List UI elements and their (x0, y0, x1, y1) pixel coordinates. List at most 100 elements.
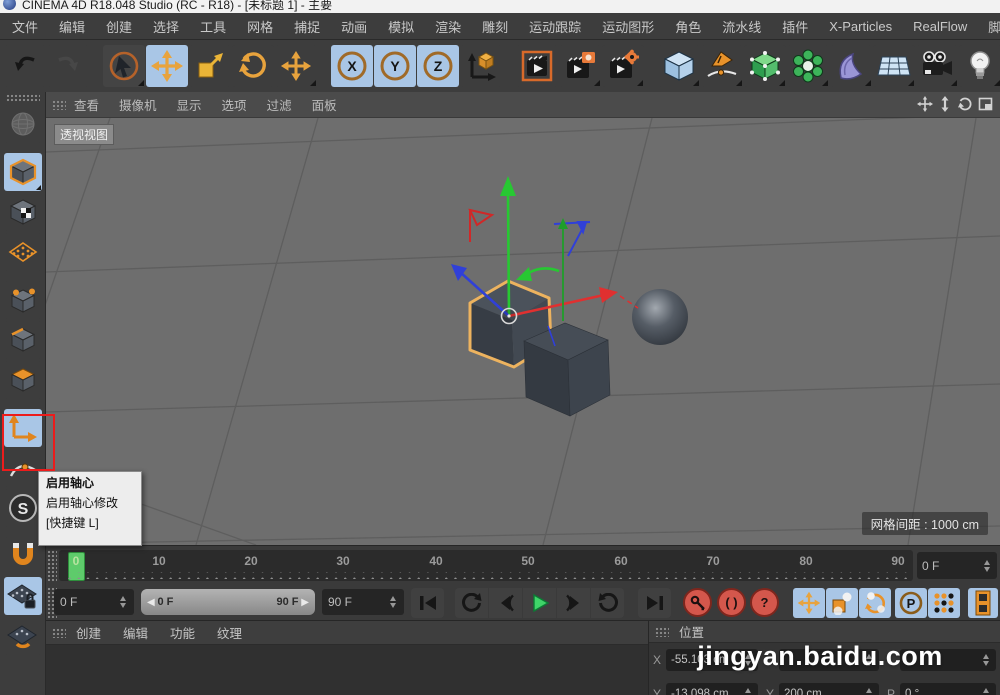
record-keyframe-button[interactable] (683, 588, 712, 617)
size-y-spinner[interactable] (865, 687, 874, 695)
coordinates-grip[interactable] (655, 627, 669, 637)
current-frame-input[interactable]: 0 F (917, 552, 997, 579)
viewport-pan-icon[interactable] (916, 95, 934, 113)
menu-snap[interactable]: 捕捉 (294, 17, 320, 36)
model-mode-button[interactable] (4, 153, 42, 191)
live-selection-tool[interactable] (103, 45, 145, 87)
size-y-input[interactable]: 200 cm (779, 683, 879, 695)
primitive-cube-button[interactable] (658, 45, 700, 87)
workplane-mode-button[interactable] (4, 233, 42, 271)
next-key-button[interactable] (591, 588, 624, 618)
enable-snap-button[interactable] (4, 537, 42, 575)
material-menu-grip[interactable] (52, 628, 66, 638)
y-axis-handle[interactable] (500, 176, 516, 196)
render-view-button[interactable] (516, 45, 558, 87)
minimal-keys-toggle[interactable] (968, 588, 998, 618)
viewport-menu-grip[interactable] (52, 100, 66, 110)
last-used-tool[interactable] (275, 45, 317, 87)
menu-tools[interactable]: 工具 (200, 17, 226, 36)
redo-button[interactable] (47, 45, 89, 87)
autokey-button[interactable]: ( ) (717, 588, 746, 617)
range-end-spinner[interactable] (389, 595, 398, 609)
floor-environment-button[interactable] (873, 45, 915, 87)
menu-create[interactable]: 创建 (106, 17, 132, 36)
light-button[interactable] (959, 45, 1000, 87)
rotate-tool[interactable] (232, 45, 274, 87)
scale-tool[interactable] (189, 45, 231, 87)
next-frame-button[interactable] (557, 588, 590, 618)
play-button[interactable] (523, 588, 556, 618)
points-mode-button[interactable] (4, 281, 42, 319)
menu-realflow[interactable]: RealFlow (913, 19, 967, 34)
timeline-range-slider[interactable]: ◀ 0 F 90 F ▶ (141, 589, 315, 615)
frame-spinner[interactable] (983, 559, 992, 573)
lock-z-axis-button[interactable]: Z (417, 45, 459, 87)
viewport-menu-options[interactable]: 选项 (222, 95, 247, 114)
previous-key-button[interactable] (455, 588, 488, 618)
pos-y-input[interactable]: -13.098 cm (666, 683, 758, 695)
sphere-object[interactable] (632, 289, 688, 345)
coordinate-system-button[interactable] (460, 45, 502, 87)
move-tool[interactable] (146, 45, 188, 87)
plane-handle-red[interactable] (470, 210, 492, 242)
menu-sculpt[interactable]: 雕刻 (482, 17, 508, 36)
menu-select[interactable]: 选择 (153, 17, 179, 36)
timeline-grip[interactable] (47, 550, 57, 582)
material-menu-create[interactable]: 创建 (76, 623, 101, 642)
lock-workplane-button[interactable] (4, 577, 42, 615)
rot-p-spinner[interactable] (982, 687, 991, 695)
align-workplane-button[interactable] (4, 617, 42, 655)
pivot-point[interactable] (502, 309, 517, 324)
texture-mode-button[interactable] (4, 193, 42, 231)
menu-animate[interactable]: 动画 (341, 17, 367, 36)
lock-x-axis-button[interactable]: X (331, 45, 373, 87)
viewport-menu-panel[interactable]: 面板 (312, 95, 337, 114)
menu-motion-tracker[interactable]: 运动跟踪 (529, 17, 581, 36)
polygons-mode-button[interactable] (4, 361, 42, 399)
viewport-solo-button[interactable]: S (4, 489, 42, 527)
key-pla-toggle[interactable] (928, 588, 960, 618)
z-axis-handle[interactable] (451, 264, 467, 281)
menu-xparticles[interactable]: X-Particles (829, 19, 892, 34)
previous-frame-button[interactable] (489, 588, 522, 618)
undo-button[interactable] (4, 45, 46, 87)
menu-mesh[interactable]: 网格 (247, 17, 273, 36)
rot-p-input[interactable]: 0 ° (900, 683, 996, 695)
menu-pipeline[interactable]: 流水线 (722, 17, 761, 36)
pos-y-spinner[interactable] (744, 687, 753, 695)
key-parameter-toggle[interactable]: P (895, 588, 927, 618)
range-start-spinner[interactable] (119, 595, 128, 609)
material-menu-edit[interactable]: 编辑 (123, 623, 148, 642)
viewport-menu-view[interactable]: 查看 (74, 95, 99, 114)
subdivision-surface-button[interactable] (744, 45, 786, 87)
menu-edit[interactable]: 编辑 (59, 17, 85, 36)
make-editable-button[interactable] (4, 105, 42, 143)
generator-array-button[interactable] (787, 45, 829, 87)
menu-file[interactable]: 文件 (12, 17, 38, 36)
sidebar-grip[interactable] (6, 94, 40, 102)
cube-2[interactable] (524, 323, 610, 416)
scene-3d[interactable] (46, 118, 1000, 545)
view-label[interactable]: 透视视图 (54, 124, 114, 145)
key-rotation-toggle[interactable] (859, 588, 891, 618)
menu-script[interactable]: 脚本 (988, 17, 1000, 36)
viewport-rotate-icon[interactable] (956, 95, 974, 113)
key-position-toggle[interactable] (793, 588, 825, 618)
camera-button[interactable] (916, 45, 958, 87)
render-picture-viewer-button[interactable] (559, 45, 601, 87)
edges-mode-button[interactable] (4, 321, 42, 359)
viewport-menu-cameras[interactable]: 摄像机 (119, 95, 157, 114)
range-end-input[interactable]: 90 F (322, 589, 404, 615)
viewport-zoom-icon[interactable] (936, 95, 954, 113)
goto-start-button[interactable] (411, 588, 444, 618)
deformer-bend-button[interactable] (830, 45, 872, 87)
material-menu-texture[interactable]: 纹理 (217, 623, 242, 642)
menu-plugins[interactable]: 插件 (782, 17, 808, 36)
menu-render[interactable]: 渲染 (435, 17, 461, 36)
viewport-menu-display[interactable]: 显示 (177, 95, 202, 114)
viewport-menu-filter[interactable]: 过滤 (267, 95, 292, 114)
lock-y-axis-button[interactable]: Y (374, 45, 416, 87)
keyframe-options-button[interactable]: ? (750, 588, 779, 617)
menu-mograph[interactable]: 运动图形 (602, 17, 654, 36)
key-scale-toggle[interactable] (826, 588, 858, 618)
